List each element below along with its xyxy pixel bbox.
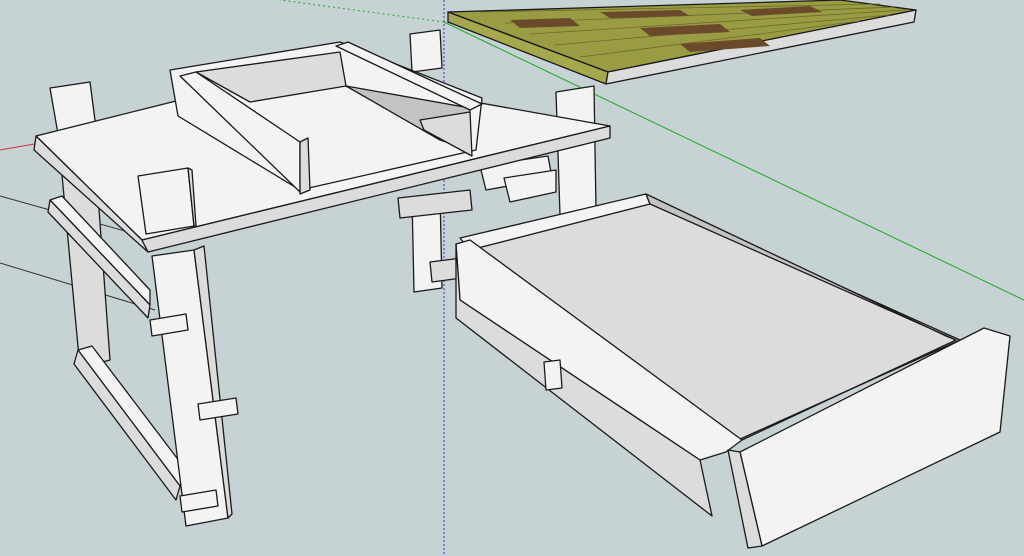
- modeling-viewport[interactable]: [0, 0, 1024, 556]
- front-right-leg[interactable]: [543, 359, 563, 391]
- floorboard-panel[interactable]: [447, 0, 917, 85]
- green-axis-dashed: [279, 0, 445, 23]
- scene-canvas[interactable]: [0, 0, 1024, 556]
- drawer-extended[interactable]: [455, 193, 1011, 549]
